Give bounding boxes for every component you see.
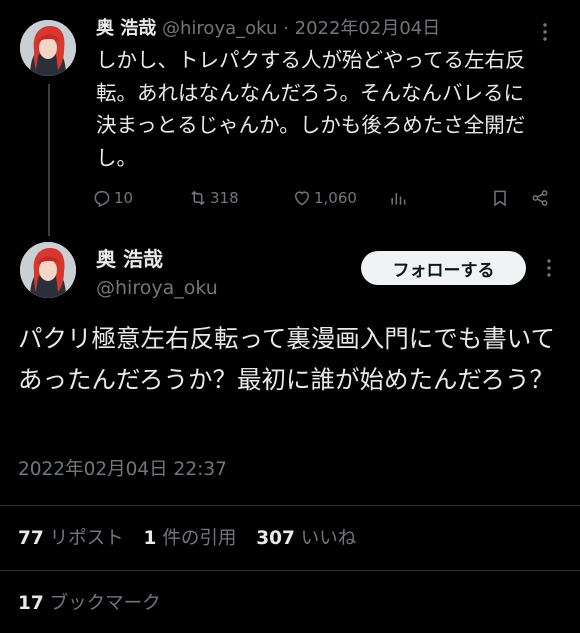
separator: · — [283, 18, 289, 39]
thread-line — [48, 84, 50, 236]
tweet-header: 奥 浩哉 @hiroya_oku · 2022年02月04日 — [96, 17, 440, 41]
tweet-stats: 77 リポスト 1 件の引用 307 いいね — [18, 527, 370, 551]
author-handle[interactable]: @hiroya_oku — [96, 276, 218, 300]
analytics-button[interactable] — [388, 188, 408, 208]
more-icon[interactable] — [542, 258, 556, 281]
share-icon — [532, 190, 548, 206]
divider — [0, 505, 580, 506]
reply-button[interactable]: 10 — [92, 188, 133, 208]
likes-stat[interactable]: 307 いいね — [256, 528, 356, 549]
follow-button[interactable]: フォローする — [361, 251, 526, 285]
tweet-actions: 10 318 1,060 — [92, 188, 558, 212]
share-button[interactable] — [530, 188, 550, 208]
tweet-text: しかし、トレパクする人が殆どやってる左右反転。あれはなんなんだろう。そんなんバレ… — [96, 48, 526, 170]
bookmarks-stat[interactable]: 17 ブックマーク — [18, 592, 161, 616]
retweets-label: リポスト — [49, 528, 124, 549]
like-icon — [294, 191, 310, 206]
bookmarks-count: 17 — [18, 593, 44, 614]
analytics-icon — [391, 193, 406, 205]
tweet-timestamp[interactable]: 2022年02月04日 22:37 — [18, 458, 227, 482]
bookmark-icon — [494, 190, 506, 207]
tweet-date[interactable]: 2022年02月04日 — [295, 18, 441, 39]
reply-count: 10 — [114, 189, 134, 207]
retweets-stat[interactable]: 77 リポスト — [18, 528, 124, 549]
author-handle[interactable]: @hiroya_oku — [162, 18, 277, 39]
bookmark-button[interactable] — [490, 188, 510, 208]
avatar[interactable] — [20, 20, 76, 76]
bookmarks-label: ブックマーク — [49, 593, 161, 614]
like-button[interactable]: 1,060 — [292, 188, 357, 208]
quotes-stat[interactable]: 1 件の引用 — [144, 528, 237, 549]
author-name[interactable]: 奥 浩哉 — [96, 246, 163, 272]
like-count: 1,060 — [314, 189, 357, 207]
retweets-count: 77 — [18, 528, 44, 549]
retweet-button[interactable]: 318 — [188, 188, 239, 208]
likes-count: 307 — [256, 528, 295, 549]
avatar[interactable] — [20, 242, 76, 298]
reply-icon — [94, 191, 110, 208]
tweet-text: パクリ極意左右反転って裏漫画入門にでも書いてあったんだろうか？最初に誰が始めたん… — [18, 324, 556, 394]
likes-label: いいね — [300, 528, 357, 549]
divider — [0, 570, 580, 571]
quotes-label: 件の引用 — [162, 528, 237, 549]
more-icon[interactable] — [538, 22, 552, 45]
retweet-icon — [191, 190, 205, 206]
retweet-count: 318 — [210, 189, 239, 207]
quotes-count: 1 — [143, 528, 157, 549]
author-name[interactable]: 奥 浩哉 — [96, 18, 156, 39]
